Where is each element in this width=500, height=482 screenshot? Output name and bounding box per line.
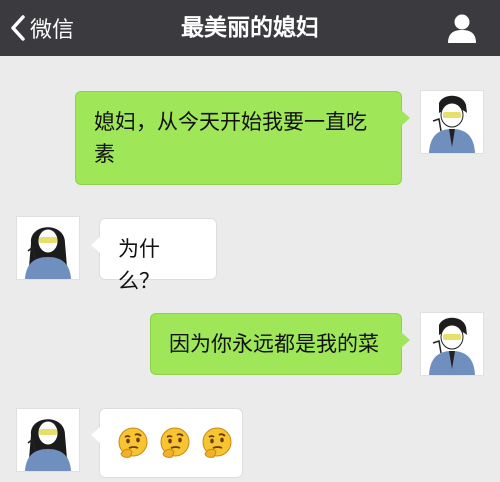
profile-button[interactable] [446,12,478,44]
chat-title: 最美丽的媳妇 [181,15,319,41]
avatar[interactable] [16,408,80,472]
message-text: 媳妇，从今天开始我要一直吃素 [94,110,367,166]
avatar[interactable] [420,90,484,154]
sent-message-bubble[interactable]: 因为你永远都是我的菜 [150,313,410,375]
avatar[interactable] [420,312,484,376]
sent-message-bubble[interactable]: 媳妇，从今天开始我要一直吃素 [75,91,410,185]
avatar[interactable] [16,216,80,280]
navigation-bar: 微信 最美丽的媳妇 [0,0,500,56]
message-text: 为什么？ [118,237,160,293]
thinking-face-icon [158,426,192,460]
message-text: 因为你永远都是我的菜 [169,332,379,356]
received-message-bubble[interactable] [91,408,243,478]
thinking-face-icon [200,426,234,460]
received-message-bubble[interactable]: 为什么？ [91,218,217,293]
person-icon [446,14,478,48]
emoji-row [116,425,232,461]
thinking-face-icon [116,426,150,460]
